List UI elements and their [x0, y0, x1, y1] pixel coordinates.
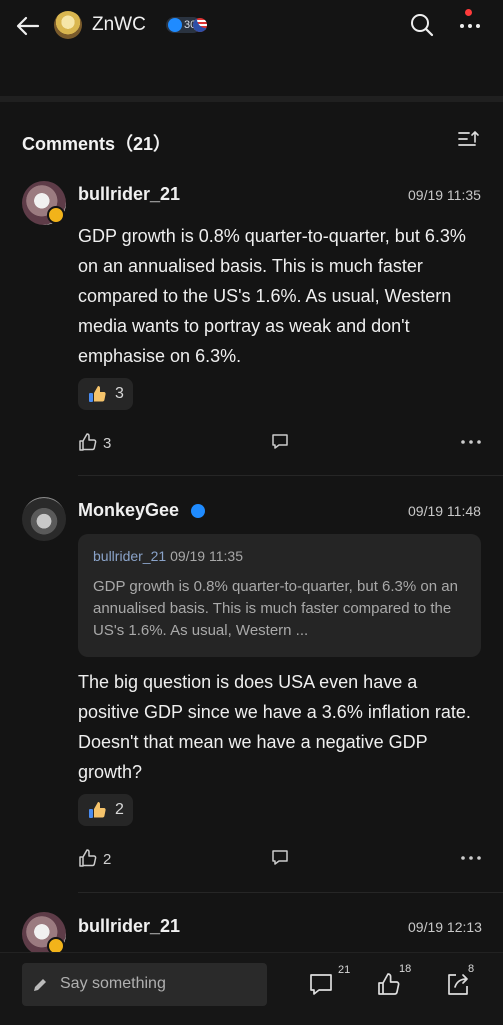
- reaction-chip[interactable]: 3: [78, 378, 133, 410]
- thumbs-up-emoji-icon: [87, 800, 107, 820]
- share-count: 8: [468, 963, 475, 975]
- comment-text: The big question is does USA even have a…: [78, 672, 471, 782]
- comments-count: 21: [338, 964, 351, 976]
- comment-separator: [78, 475, 503, 476]
- like-count: 3: [103, 435, 112, 452]
- reaction-chip[interactable]: 2: [78, 794, 133, 826]
- more-options-icon[interactable]: [456, 12, 484, 40]
- reaction-count: 2: [115, 801, 124, 818]
- quote-text: GDP growth is 0.8% quarter-to-quarter, b…: [93, 578, 458, 639]
- sort-icon[interactable]: [456, 128, 480, 152]
- header-avatar[interactable]: [54, 11, 82, 39]
- comment-input-placeholder[interactable]: Say something: [60, 975, 166, 993]
- comment-time: 09/19 11:35: [408, 187, 481, 203]
- quote-time: 09/19 11:35: [170, 548, 243, 564]
- like-icon[interactable]: [78, 848, 98, 868]
- comment-time: 09/19 11:48: [408, 503, 481, 519]
- header-username[interactable]: ZnWC: [92, 14, 146, 36]
- pencil-icon: [32, 977, 48, 993]
- verified-icon: [168, 18, 182, 32]
- comment-time: 09/19 12:13: [408, 919, 482, 935]
- verified-icon: [191, 504, 205, 518]
- section-divider: [0, 96, 503, 102]
- quote-meta: bullrider_21 09/19 11:35: [93, 548, 243, 564]
- comment-text: GDP growth is 0.8% quarter-to-quarter, b…: [78, 226, 466, 366]
- comments-title: Comments（21）: [22, 134, 172, 154]
- us-flag-icon: [193, 18, 207, 32]
- reply-icon[interactable]: [271, 849, 289, 867]
- reaction-count: 3: [115, 385, 124, 402]
- quote-username[interactable]: bullrider_21: [93, 548, 166, 564]
- notification-dot: [465, 9, 472, 16]
- comment-more-icon[interactable]: [460, 849, 482, 867]
- comment-username[interactable]: bullrider_21: [78, 916, 180, 937]
- badge-icon: [47, 206, 65, 224]
- like-icon[interactable]: [78, 432, 98, 452]
- reply-icon[interactable]: [271, 433, 289, 451]
- comment-username[interactable]: MonkeyGee: [78, 500, 179, 521]
- like-count: 2: [103, 851, 112, 868]
- likes-count: 18: [399, 963, 412, 975]
- search-icon[interactable]: [408, 11, 436, 39]
- back-arrow-icon[interactable]: [14, 12, 42, 40]
- avatar[interactable]: [22, 497, 66, 541]
- thumbs-up-emoji-icon: [87, 384, 107, 404]
- comment-more-icon[interactable]: [460, 433, 482, 451]
- comment-username[interactable]: bullrider_21: [78, 184, 180, 205]
- comment-separator: [78, 892, 503, 893]
- comments-icon[interactable]: [308, 972, 334, 998]
